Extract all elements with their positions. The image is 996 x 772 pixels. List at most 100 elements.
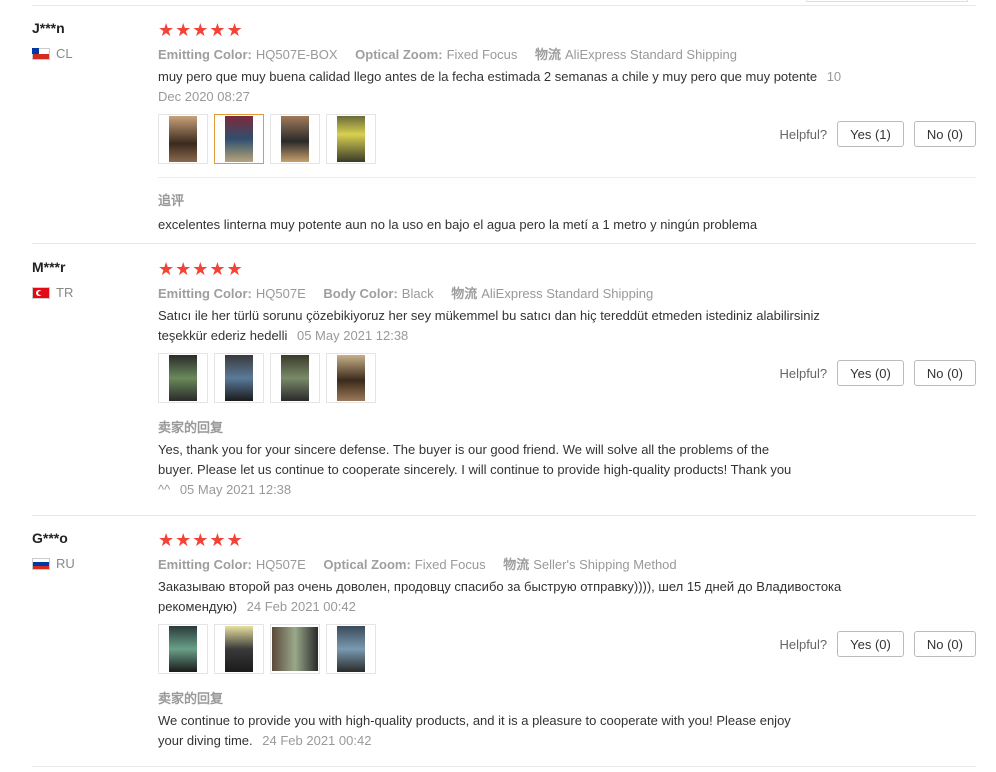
review-text: Заказываю второй раз очень доволен, прод… — [158, 577, 878, 617]
review-body: Заказываю второй раз очень доволен, прод… — [158, 579, 842, 594]
review-image-thumb[interactable] — [326, 114, 376, 164]
helpful-label: Helpful? — [779, 365, 828, 381]
seller-reply-body-cont: your diving time. — [158, 733, 253, 748]
prop-label: 物流 — [503, 557, 530, 572]
helpful-yes-button[interactable]: Yes (1) — [837, 121, 904, 147]
prop-value: Seller's Shipping Method — [533, 557, 677, 572]
review-image-thumb[interactable] — [326, 353, 376, 403]
reviewer-country: CL — [32, 46, 73, 61]
review-body: muy pero que muy buena calidad llego ant… — [158, 69, 818, 84]
reviewer-info: M***r TR — [32, 259, 73, 300]
review-divider — [32, 243, 976, 244]
review-image-thumb[interactable] — [270, 353, 320, 403]
review-date: 05 May 2021 12:38 — [296, 328, 409, 343]
review-body: Satıcı ile her türlü sorunu çözebikiyoru… — [158, 308, 820, 323]
review-props: Emitting Color: HQ507E Optical Zoom: Fixed… — [158, 554, 691, 573]
flag-turkey-icon — [32, 286, 50, 299]
review-image-thumb[interactable] — [214, 114, 264, 164]
review-images — [158, 114, 376, 164]
prop-label: Optical Zoom: — [323, 557, 411, 572]
star-rating: ★★★★★ — [158, 20, 244, 40]
reviewer-name: M***r — [32, 259, 66, 275]
flag-chile-icon — [32, 47, 50, 60]
reviewer-country: TR — [32, 285, 73, 300]
followup-title: 追评 — [158, 193, 185, 208]
seller-reply-date: 24 Feb 2021 00:42 — [262, 733, 372, 748]
helpful-vote: Helpful? Yes (1) No (0) — [779, 121, 976, 147]
helpful-label: Helpful? — [779, 126, 828, 142]
photo-icon — [337, 116, 365, 162]
review-text: Satıcı ile her türlü sorunu çözebikiyoru… — [158, 306, 878, 346]
photo-icon — [169, 116, 197, 162]
seller-reply-body-cont: buyer. Please let us continue to coopera… — [158, 462, 792, 477]
prop-value: Black — [401, 286, 434, 301]
photo-icon — [337, 626, 365, 672]
photo-icon — [281, 116, 309, 162]
review-text: muy pero que muy buena calidad llego ant… — [158, 67, 878, 107]
review-divider — [32, 766, 976, 767]
sort-dropdown-edge[interactable] — [806, 0, 968, 2]
country-code: RU — [56, 556, 75, 571]
review-image-thumb[interactable] — [158, 114, 208, 164]
followup-divider — [158, 177, 976, 178]
reviewer-info: G***o RU — [32, 530, 75, 571]
review-image-thumb[interactable] — [214, 353, 264, 403]
helpful-vote: Helpful? Yes (0) No (0) — [779, 631, 976, 657]
helpful-no-button[interactable]: No (0) — [913, 121, 976, 147]
review-body-cont: рекомендую) — [158, 599, 238, 614]
review-image-thumb[interactable] — [214, 624, 264, 674]
photo-icon — [225, 116, 253, 162]
seller-reply-body: We continue to provide you with high-qua… — [158, 713, 791, 728]
prop-value: AliExpress Standard Shipping — [481, 286, 654, 301]
reviewer-info: J***n CL — [32, 20, 73, 61]
prop-label: Emitting Color: — [158, 47, 252, 62]
prop-value: HQ507E — [255, 557, 306, 572]
review-image-thumb[interactable] — [326, 624, 376, 674]
review-props: Emitting Color: HQ507E Body Color: Black 物… — [158, 283, 667, 302]
country-code: TR — [56, 285, 74, 300]
review-image-thumb[interactable] — [270, 624, 320, 674]
helpful-no-button[interactable]: No (0) — [913, 360, 976, 386]
photo-icon — [225, 626, 253, 672]
review-image-thumb[interactable] — [158, 353, 208, 403]
seller-reply-text: We continue to provide you with high-qua… — [158, 711, 878, 751]
review-images — [158, 624, 376, 674]
reviewer-name: G***o — [32, 530, 68, 546]
photo-icon — [281, 355, 309, 401]
review-image-thumb[interactable] — [158, 624, 208, 674]
prop-value: AliExpress Standard Shipping — [565, 47, 738, 62]
review-image-thumb[interactable] — [270, 114, 320, 164]
prop-label: Optical Zoom: — [355, 47, 443, 62]
photo-icon — [169, 626, 197, 672]
prop-value: HQ507E-BOX — [255, 47, 338, 62]
prop-label: Emitting Color: — [158, 286, 252, 301]
photo-icon — [225, 355, 253, 401]
seller-reply-text: Yes, thank you for your sincere defense.… — [158, 440, 878, 500]
seller-reply-title: 卖家的回复 — [158, 420, 224, 435]
country-code: CL — [56, 46, 73, 61]
helpful-yes-button[interactable]: Yes (0) — [837, 360, 904, 386]
prop-value: HQ507E — [255, 286, 306, 301]
top-divider — [32, 5, 976, 6]
helpful-label: Helpful? — [779, 636, 828, 652]
helpful-yes-button[interactable]: Yes (0) — [837, 631, 904, 657]
flag-russia-icon — [32, 557, 50, 570]
seller-reply-date: 05 May 2021 12:38 — [179, 482, 292, 497]
prop-value: Fixed Focus — [446, 47, 518, 62]
star-rating: ★★★★★ — [158, 530, 244, 550]
reviewer-country: RU — [32, 556, 75, 571]
photo-icon — [272, 627, 318, 671]
prop-label: Body Color: — [323, 286, 398, 301]
helpful-vote: Helpful? Yes (0) No (0) — [779, 360, 976, 386]
seller-reply-body-end: ^^ — [158, 482, 171, 497]
prop-label: 物流 — [451, 286, 478, 301]
review-date-cont: Dec 2020 08:27 — [158, 89, 250, 104]
prop-label: Emitting Color: — [158, 557, 252, 572]
review-date: 10 — [826, 69, 842, 84]
followup-text: excelentes linterna muy potente aun no l… — [158, 217, 758, 232]
review-divider — [32, 515, 976, 516]
helpful-no-button[interactable]: No (0) — [913, 631, 976, 657]
review-images — [158, 353, 376, 403]
review-date: 24 Feb 2021 00:42 — [246, 599, 356, 614]
review-props: Emitting Color: HQ507E-BOX Optical Zoom: F… — [158, 44, 751, 63]
